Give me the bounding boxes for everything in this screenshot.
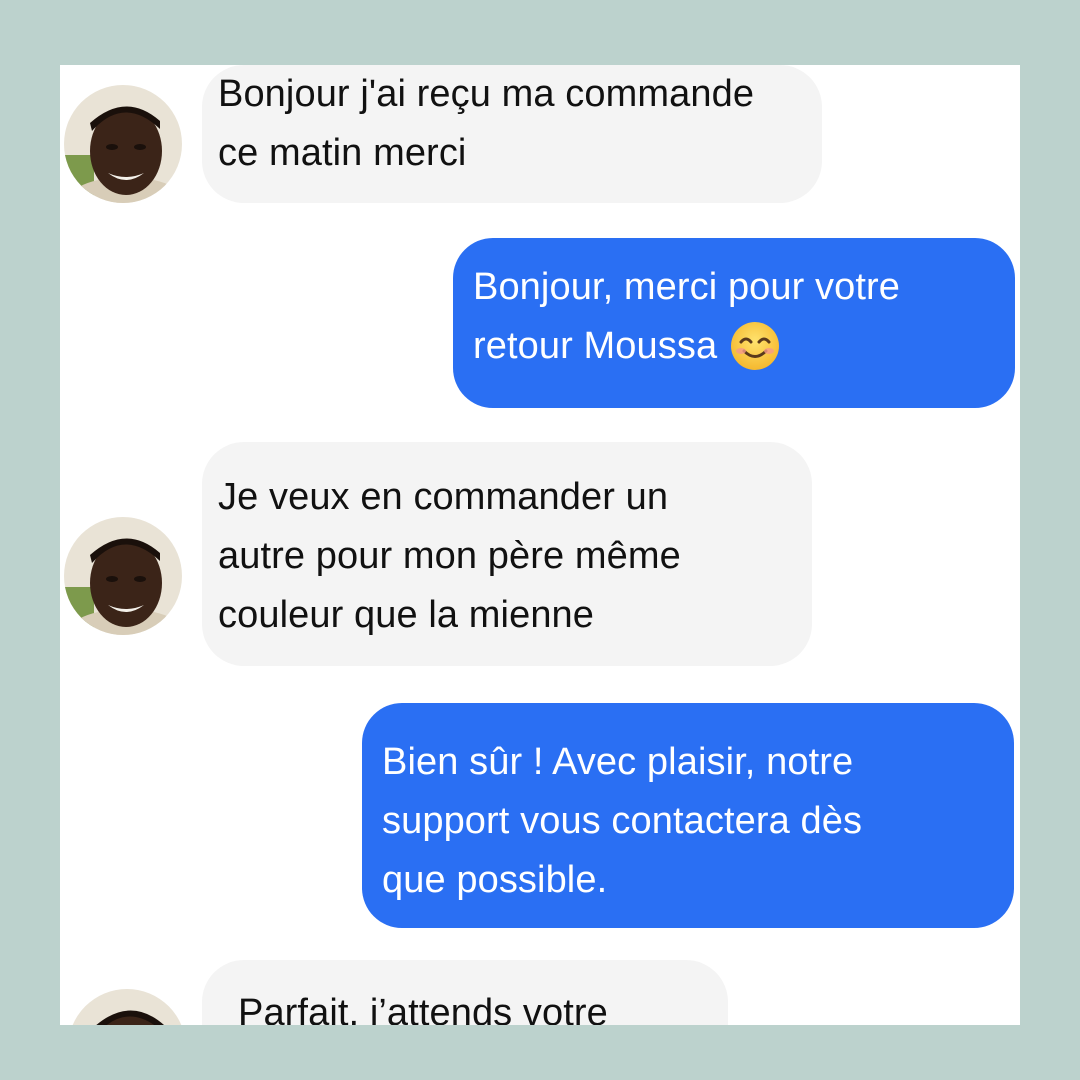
message-line: ce matin merci bbox=[218, 132, 467, 174]
message-line: Bien sûr ! Avec plaisir, notre bbox=[382, 741, 854, 783]
outgoing-message-bubble[interactable]: Bien sûr ! Avec plaisir, notre support v… bbox=[362, 703, 1014, 928]
message-line: retour Moussa bbox=[473, 317, 997, 376]
background-frame: Bonjour j'ai reçu ma commande ce matin m… bbox=[0, 0, 1080, 1080]
message-line: que possible. bbox=[382, 859, 608, 901]
avatar-photo-icon bbox=[64, 517, 182, 635]
smiling-face-with-smiling-eyes-icon bbox=[731, 322, 780, 370]
incoming-message-bubble[interactable]: Bonjour j'ai reçu ma commande ce matin m… bbox=[202, 65, 822, 203]
incoming-message-bubble[interactable]: Parfait, j’attends votre bbox=[202, 960, 728, 1025]
message-line: couleur que la mienne bbox=[218, 594, 595, 636]
avatar[interactable] bbox=[64, 85, 182, 203]
message-line: support vous contactera dès bbox=[382, 800, 863, 842]
avatar-photo-icon bbox=[68, 989, 186, 1025]
avatar-photo-icon bbox=[64, 85, 182, 203]
incoming-message-bubble[interactable]: Je veux en commander un autre pour mon p… bbox=[202, 442, 812, 666]
message-line: autre pour mon père même bbox=[218, 535, 681, 577]
message-line: Parfait, j’attends votre bbox=[238, 992, 608, 1025]
avatar[interactable] bbox=[64, 517, 182, 635]
message-line: Bonjour j'ai reçu ma commande bbox=[218, 73, 755, 115]
message-line: Je veux en commander un bbox=[218, 476, 669, 518]
chat-screen: Bonjour j'ai reçu ma commande ce matin m… bbox=[60, 65, 1020, 1025]
message-line-text: retour Moussa bbox=[473, 325, 718, 367]
message-line: Bonjour, merci pour votre bbox=[473, 266, 901, 308]
outgoing-message-bubble[interactable]: Bonjour, merci pour votre retour Moussa bbox=[453, 238, 1015, 408]
avatar[interactable] bbox=[68, 989, 186, 1025]
